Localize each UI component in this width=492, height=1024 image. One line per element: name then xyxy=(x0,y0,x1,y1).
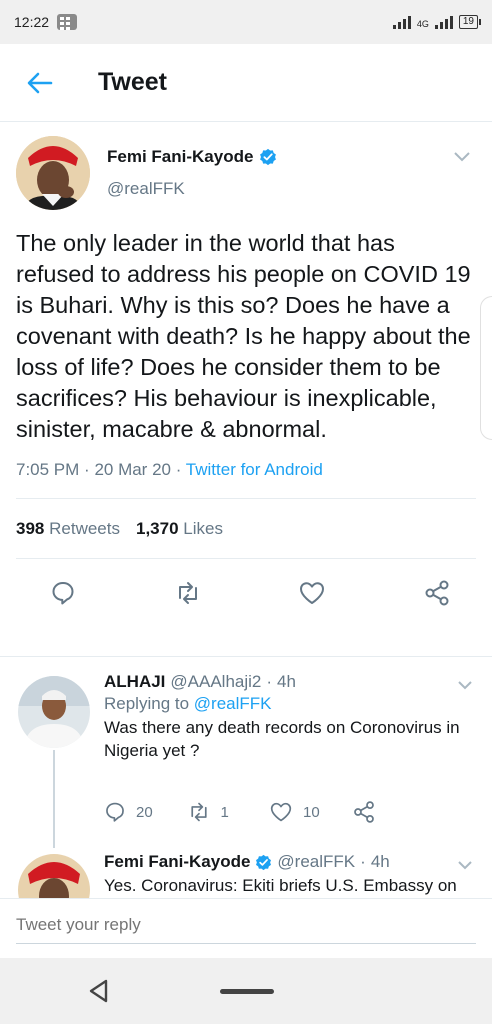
tweet-meta: 7:05 PM · 20 Mar 20 · Twitter for Androi… xyxy=(16,460,476,499)
reply-author-handle[interactable]: @AAAlhaji2 xyxy=(170,672,261,692)
divider xyxy=(0,656,492,657)
author-name-row: Femi Fani-Kayode xyxy=(107,147,277,167)
replying-to: Replying to @realFFK xyxy=(104,694,478,714)
author-name[interactable]: Femi Fani-Kayode xyxy=(107,147,253,167)
status-bar: 12:22 4G 19 xyxy=(0,0,492,44)
like-button[interactable] xyxy=(297,578,327,608)
heart-icon xyxy=(300,582,325,604)
chevron-down-icon[interactable] xyxy=(452,149,472,165)
reply-share-button[interactable] xyxy=(352,800,435,824)
reply-reply-button[interactable]: 20 xyxy=(104,801,187,823)
reply-text: Was there any death records on Coronovir… xyxy=(104,718,460,760)
reply-header: Femi Fani-Kayode @realFFK · 4h xyxy=(104,852,478,872)
likes-label: Likes xyxy=(183,518,223,538)
reply-actions: 20 1 10 xyxy=(104,800,434,824)
gallery-notification-icon xyxy=(57,14,78,30)
back-button[interactable] xyxy=(20,63,60,103)
reply-author-name[interactable]: ALHAJI xyxy=(104,672,165,692)
page-title: Tweet xyxy=(98,68,167,96)
reply-author-handle[interactable]: @realFFK xyxy=(277,852,355,872)
retweets-stat[interactable]: 398 Retweets xyxy=(16,519,120,539)
thread-line xyxy=(53,750,55,848)
reply-text: Yes. Coronavirus: Ekiti briefs U.S. Emba… xyxy=(104,876,457,895)
likes-stat[interactable]: 1,370 Likes xyxy=(136,519,223,539)
verified-badge-icon xyxy=(260,148,277,166)
comment-icon xyxy=(52,582,74,605)
reply-age: 4h xyxy=(277,672,296,691)
reply-input[interactable] xyxy=(16,915,476,944)
heart-icon xyxy=(270,802,292,822)
app-header: Tweet xyxy=(0,44,492,122)
reply-header: ALHAJI @AAAlhaji2 · 4h xyxy=(104,672,478,692)
tweet-actions xyxy=(16,559,476,627)
nav-back-icon[interactable] xyxy=(86,978,112,1004)
replying-prefix: Replying to xyxy=(104,694,190,713)
reply-retweet-button[interactable]: 1 xyxy=(187,801,270,823)
author-avatar[interactable] xyxy=(16,136,90,210)
tweet-source-link[interactable]: Twitter for Android xyxy=(186,460,323,479)
replying-to-link[interactable]: @realFFK xyxy=(194,694,272,713)
tweet-date: 20 Mar 20 xyxy=(94,460,171,479)
reply-separator: · xyxy=(360,852,366,871)
comment-icon xyxy=(106,802,124,822)
reply-count: 20 xyxy=(136,803,153,821)
share-icon xyxy=(425,580,449,606)
reply-compose-bar xyxy=(0,898,492,958)
tweet-time: 7:05 PM xyxy=(16,460,80,479)
chevron-down-icon[interactable] xyxy=(456,678,474,692)
retweets-count: 398 xyxy=(16,518,45,538)
reply-separator: · xyxy=(266,672,273,691)
retweet-count: 1 xyxy=(220,803,229,821)
reply-avatar[interactable] xyxy=(18,854,90,898)
wifi-signal-icon xyxy=(392,15,411,29)
main-tweet: Femi Fani-Kayode @realFFK The only leade… xyxy=(0,122,492,627)
side-edge-handle[interactable] xyxy=(480,296,492,440)
tweet-stats: 398 Retweets 1,370 Likes xyxy=(16,499,476,559)
tweet-author-row: Femi Fani-Kayode @realFFK xyxy=(16,122,476,222)
reply-content: ALHAJI @AAAlhaji2 · 4h Replying to @real… xyxy=(104,672,478,762)
meta-separator: · xyxy=(175,460,186,479)
nav-home-pill[interactable] xyxy=(220,989,274,994)
cell-signal-icon xyxy=(434,15,453,29)
status-time: 12:22 xyxy=(14,14,50,30)
like-count: 10 xyxy=(303,803,320,821)
retweet-icon xyxy=(190,802,207,822)
chevron-down-icon[interactable] xyxy=(456,858,474,872)
retweet-icon xyxy=(178,582,197,604)
battery-icon: 19 xyxy=(458,15,482,29)
retweets-label: Retweets xyxy=(49,518,120,538)
share-icon xyxy=(353,801,374,823)
system-navigation-bar xyxy=(0,958,492,1024)
reply-avatar[interactable] xyxy=(18,676,90,748)
reply-age: 4h xyxy=(370,852,390,871)
reply-tweet[interactable]: Femi Fani-Kayode @realFFK · 4h Yes. Coro… xyxy=(0,850,492,898)
tweet-text: The only leader in the world that has re… xyxy=(16,230,471,442)
network-type: 4G xyxy=(416,19,429,29)
likes-count: 1,370 xyxy=(135,518,179,538)
retweet-button[interactable] xyxy=(173,578,203,608)
reply-button[interactable] xyxy=(48,578,78,608)
verified-badge-icon xyxy=(256,854,272,870)
share-button[interactable] xyxy=(422,578,452,608)
meta-separator: · xyxy=(84,460,95,479)
reply-content: Femi Fani-Kayode @realFFK · 4h Yes. Coro… xyxy=(104,852,478,897)
arrow-left-icon xyxy=(27,72,53,93)
reply-author-name[interactable]: Femi Fani-Kayode xyxy=(104,852,250,872)
author-handle[interactable]: @realFFK xyxy=(107,179,185,199)
reply-like-button[interactable]: 10 xyxy=(269,801,352,823)
